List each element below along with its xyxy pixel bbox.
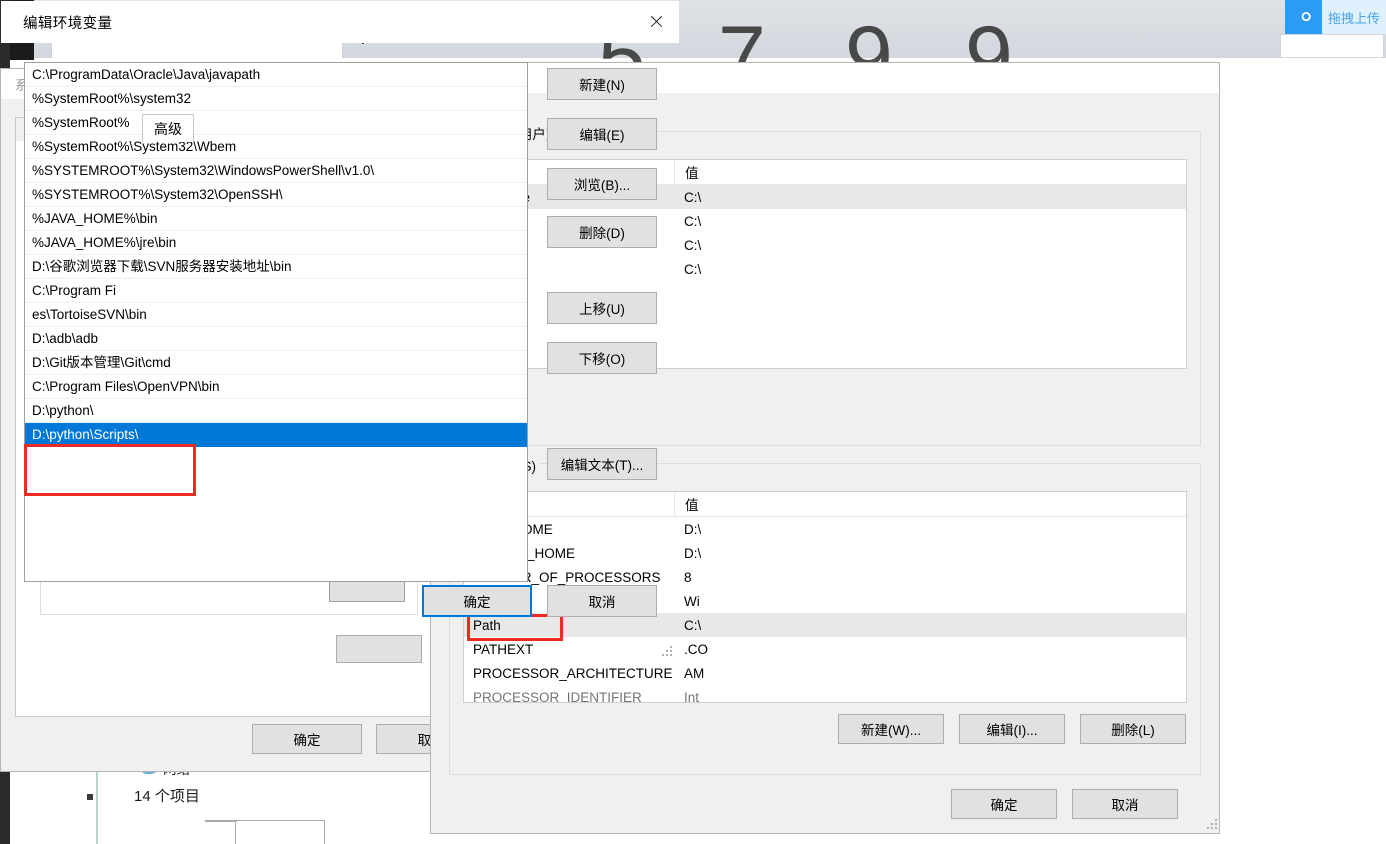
delete-button[interactable]: 删除(D) bbox=[547, 216, 657, 248]
tab-advanced[interactable]: 高级 bbox=[142, 114, 194, 142]
variable-name: PROCESSOR_IDENTIFIER bbox=[473, 689, 642, 703]
path-entry[interactable]: C:\Program Fi bbox=[25, 279, 527, 303]
path-entry[interactable]: %JAVA_HOME%\jre\bin bbox=[25, 231, 527, 255]
path-entry[interactable]: D:\adb\adb bbox=[25, 327, 527, 351]
variable-value: AM bbox=[684, 665, 705, 681]
screen-root: 文 Python Releases for Windows 5 7 9 9 拖拽… bbox=[0, 0, 1386, 844]
path-entries-listbox[interactable]: C:\ProgramData\Oracle\Java\javapath %Sys… bbox=[24, 62, 528, 582]
variable-value: Int bbox=[684, 689, 700, 703]
variable-value: C:\ bbox=[684, 213, 702, 229]
table-row[interactable]: PROCESSOR_ARCHITECTURE AM bbox=[464, 661, 1186, 685]
variable-name: Path bbox=[473, 617, 501, 633]
browse-button[interactable]: 浏览(B)... bbox=[547, 168, 657, 200]
path-entry[interactable]: %JAVA_HOME%\bin bbox=[25, 207, 527, 231]
edit-text-button[interactable]: 编辑文本(T)... bbox=[547, 448, 657, 480]
edit-env-titlebar[interactable]: 编辑环境变量 bbox=[1, 1, 679, 43]
baidu-netdisk-icon bbox=[1284, 0, 1322, 34]
baidu-upload-label: 拖拽上传 bbox=[1321, 0, 1386, 34]
variable-value: C:\ bbox=[684, 237, 702, 253]
path-entry[interactable]: %SYSTEMROOT%\System32\OpenSSH\ bbox=[25, 183, 527, 207]
table-row[interactable]: JMETER_HOME D:\ bbox=[464, 541, 1186, 565]
table-row[interactable]: TMP C:\ bbox=[464, 257, 1186, 281]
column-header-value: 值 bbox=[674, 160, 699, 184]
edit-button[interactable]: 编辑(E) bbox=[547, 118, 657, 150]
variable-value: C:\ bbox=[684, 261, 702, 277]
new-button[interactable]: 新建(N) bbox=[547, 68, 657, 100]
resize-grip[interactable] bbox=[1207, 819, 1219, 831]
explorer-box-outline bbox=[235, 820, 325, 844]
environment-variables-cancel-button[interactable]: 取消 bbox=[1072, 789, 1178, 819]
table-row[interactable]: JAVA_HOME D:\ bbox=[464, 517, 1186, 541]
variable-value: D:\ bbox=[684, 521, 702, 537]
system-properties-ok-button[interactable]: 确定 bbox=[252, 724, 362, 754]
explorer-item-count: 14 个项目 bbox=[134, 788, 200, 805]
path-entry-python-scripts[interactable]: D:\python\Scripts\ bbox=[25, 423, 527, 447]
system-new-button[interactable]: 新建(W)... bbox=[838, 714, 944, 744]
explorer-bullet bbox=[87, 794, 93, 800]
variable-name: PROCESSOR_ARCHITECTURE bbox=[473, 665, 673, 681]
explorer-box-connector bbox=[205, 820, 237, 822]
edit-env-cancel-button[interactable]: 取消 bbox=[547, 585, 657, 617]
baidu-netdisk-widget[interactable]: 拖拽上传 bbox=[1284, 0, 1386, 34]
system-variables-header: 变量 值 bbox=[464, 492, 1186, 517]
system-edit-button[interactable]: 编辑(I)... bbox=[959, 714, 1065, 744]
path-entry[interactable]: D:\Git版本管理\Git\cmd bbox=[25, 351, 527, 375]
path-entry-python[interactable]: D:\python\ bbox=[25, 399, 527, 423]
path-entry[interactable]: C:\Program Files\OpenVPN\bin bbox=[25, 375, 527, 399]
variable-value: Wi bbox=[684, 593, 700, 609]
path-entry[interactable]: %SystemRoot%\System32\Wbem bbox=[25, 135, 527, 159]
path-entry[interactable]: %SYSTEMROOT%\System32\WindowsPowerShell\… bbox=[25, 159, 527, 183]
path-entry[interactable]: C:\ProgramData\Oracle\Java\javapath bbox=[25, 63, 527, 87]
baidu-widget-panel bbox=[1280, 34, 1384, 58]
path-entry[interactable]: D:\谷歌浏览器下载\SVN服务器安装地址\bin bbox=[25, 255, 527, 279]
system-delete-button[interactable]: 删除(L) bbox=[1080, 714, 1186, 744]
table-row[interactable]: PATHEXT .CO bbox=[464, 637, 1186, 661]
variable-value: C:\ bbox=[684, 617, 702, 633]
variable-name: PATHEXT bbox=[473, 641, 534, 657]
variable-value: 8 bbox=[684, 569, 692, 585]
environment-variables-ok-button[interactable]: 确定 bbox=[951, 789, 1057, 819]
path-entry[interactable]: es\TortoiseSVN\bin bbox=[25, 303, 527, 327]
resize-grip[interactable] bbox=[662, 646, 674, 658]
path-entry[interactable]: %SystemRoot% bbox=[25, 111, 527, 135]
column-header-value: 值 bbox=[674, 492, 699, 516]
table-row[interactable]: PROCESSOR_IDENTIFIER Int bbox=[464, 685, 1186, 703]
variable-value: C:\ bbox=[684, 189, 702, 205]
edit-env-ok-button[interactable]: 确定 bbox=[422, 585, 532, 617]
environment-variables-button[interactable] bbox=[336, 635, 422, 663]
close-icon[interactable] bbox=[633, 1, 679, 43]
variable-value: .CO bbox=[684, 641, 709, 657]
edit-env-title: 编辑环境变量 bbox=[23, 15, 113, 32]
variable-value: D:\ bbox=[684, 545, 702, 561]
move-down-button[interactable]: 下移(O) bbox=[547, 342, 657, 374]
move-up-button[interactable]: 上移(U) bbox=[547, 292, 657, 324]
path-entry[interactable]: %SystemRoot%\system32 bbox=[25, 87, 527, 111]
